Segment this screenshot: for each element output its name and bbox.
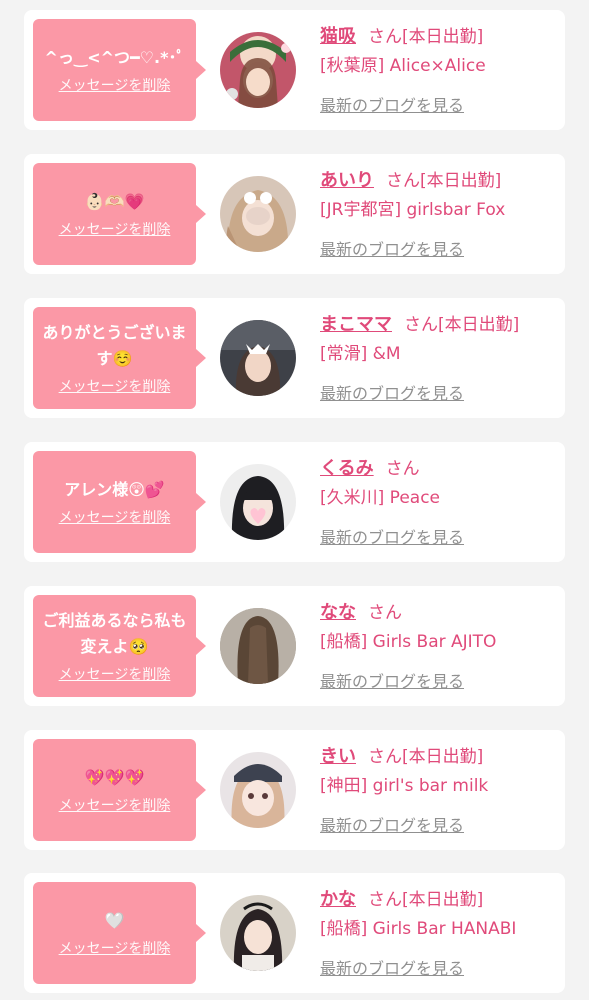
- latest-blog-link[interactable]: 最新のブログを見る: [320, 812, 464, 836]
- message-text: アレン様😲💕: [64, 480, 165, 499]
- honorific: さん: [368, 747, 402, 767]
- attendance-status: [本日出勤]: [402, 890, 484, 910]
- delete-message-link[interactable]: メッセージを削除: [59, 797, 171, 815]
- message-bubble: ^っ‿<^つ━♡.*･ﾟ メッセージを削除: [33, 19, 206, 121]
- latest-blog-link[interactable]: 最新のブログを見る: [320, 236, 464, 260]
- attendance-status: [本日出勤]: [420, 171, 502, 191]
- shop-name: [船橋] Girls Bar AJITO: [320, 632, 497, 652]
- honorific: さん: [386, 171, 420, 191]
- attendance-status: [本日出勤]: [402, 747, 484, 767]
- honorific: さん: [404, 315, 438, 335]
- cast-card: ご利益あるなら私も変えよ🥺 メッセージを削除 なな さん [船橋] Girls B…: [24, 586, 565, 706]
- avatar[interactable]: [220, 32, 296, 108]
- avatar[interactable]: [220, 176, 296, 252]
- avatar[interactable]: [220, 320, 296, 396]
- avatar[interactable]: [220, 895, 296, 971]
- message-bubble: アレン様😲💕 メッセージを削除: [33, 451, 206, 553]
- delete-message-link[interactable]: メッセージを削除: [59, 509, 171, 527]
- message-bubble: 💖💖💖 メッセージを削除: [33, 739, 206, 841]
- message-text: 💖💖💖: [84, 768, 145, 787]
- latest-blog-link[interactable]: 最新のブログを見る: [320, 955, 464, 979]
- avatar[interactable]: [220, 464, 296, 540]
- message-text: 🤍: [104, 911, 125, 930]
- favorites-message-list: ^っ‿<^つ━♡.*･ﾟ メッセージを削除 猫吸 さん[本日出勤] [秋葉原] A…: [0, 0, 589, 1000]
- honorific: さん: [368, 890, 402, 910]
- cast-name-link[interactable]: なな: [320, 602, 356, 623]
- message-bubble: ありがとうございます☺️ メッセージを削除: [33, 307, 206, 409]
- avatar[interactable]: [220, 608, 296, 684]
- delete-message-link[interactable]: メッセージを削除: [59, 940, 171, 958]
- attendance-status: [本日出勤]: [438, 315, 520, 335]
- cast-name-link[interactable]: きい: [320, 746, 356, 767]
- message-bubble: ご利益あるなら私も変えよ🥺 メッセージを削除: [33, 595, 206, 697]
- delete-message-link[interactable]: メッセージを削除: [59, 666, 171, 684]
- cast-card: ^っ‿<^つ━♡.*･ﾟ メッセージを削除 猫吸 さん[本日出勤] [秋葉原] A…: [24, 10, 565, 130]
- cast-name-link[interactable]: 猫吸: [320, 26, 356, 47]
- shop-name: [秋葉原] Alice×Alice: [320, 56, 486, 76]
- attendance-status: [本日出勤]: [402, 27, 484, 47]
- delete-message-link[interactable]: メッセージを削除: [59, 378, 171, 396]
- message-bubble: 👶🏻🫶🏻💗 メッセージを削除: [33, 163, 206, 265]
- cast-card: 💖💖💖 メッセージを削除 きい さん[本日出勤] [神田] girl's bar …: [24, 730, 565, 850]
- delete-message-link[interactable]: メッセージを削除: [59, 221, 171, 239]
- shop-name: [神田] girl's bar milk: [320, 776, 489, 796]
- honorific: さん: [368, 27, 402, 47]
- message-text: ^っ‿<^つ━♡.*･ﾟ: [44, 48, 185, 67]
- cast-card: 🤍 メッセージを削除 かな さん[本日出勤] [船橋] Girls Bar HAN…: [24, 873, 565, 993]
- message-text: ご利益あるなら私も変えよ🥺: [42, 611, 187, 656]
- latest-blog-link[interactable]: 最新のブログを見る: [320, 380, 464, 404]
- cast-name-link[interactable]: あいり: [320, 170, 374, 191]
- cast-card: 👶🏻🫶🏻💗 メッセージを削除 あいり さん[本日出勤] [JR宇都宮] girls…: [24, 154, 565, 274]
- cast-name-link[interactable]: まこママ: [320, 314, 392, 335]
- cast-card: アレン様😲💕 メッセージを削除 くるみ さん [久米川] Peace 最新のブログ…: [24, 442, 565, 562]
- latest-blog-link[interactable]: 最新のブログを見る: [320, 92, 464, 116]
- latest-blog-link[interactable]: 最新のブログを見る: [320, 524, 464, 548]
- message-text: ありがとうございます☺️: [42, 323, 187, 368]
- shop-name: [常滑] &M: [320, 344, 401, 364]
- avatar[interactable]: [220, 752, 296, 828]
- cast-name-link[interactable]: かな: [320, 889, 356, 910]
- honorific: さん: [385, 459, 420, 479]
- shop-name: [船橋] Girls Bar HANABI: [320, 919, 517, 939]
- cast-name-link[interactable]: くるみ: [320, 458, 374, 479]
- message-bubble: 🤍 メッセージを削除: [33, 882, 206, 984]
- shop-name: [久米川] Peace: [320, 488, 440, 508]
- delete-message-link[interactable]: メッセージを削除: [59, 77, 171, 95]
- honorific: さん: [368, 603, 402, 623]
- latest-blog-link[interactable]: 最新のブログを見る: [320, 668, 464, 692]
- message-text: 👶🏻🫶🏻💗: [84, 192, 145, 211]
- shop-name: [JR宇都宮] girlsbar Fox: [320, 200, 506, 220]
- cast-card: ありがとうございます☺️ メッセージを削除 まこママ さん[本日出勤] [常滑] …: [24, 298, 565, 418]
